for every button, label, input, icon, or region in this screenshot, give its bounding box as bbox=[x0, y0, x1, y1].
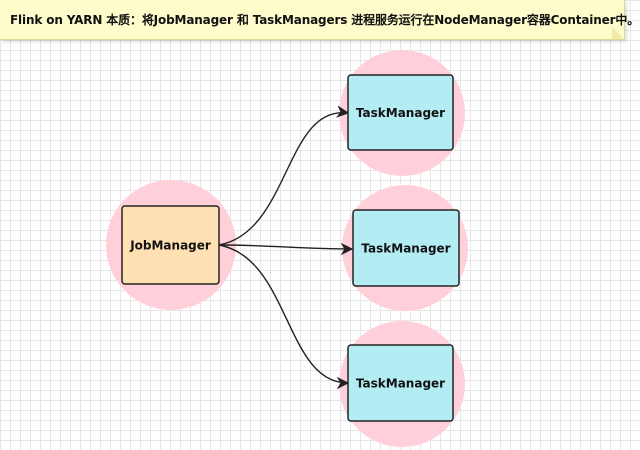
taskmanager-2-label: TaskManager bbox=[361, 242, 450, 256]
taskmanager-2-node[interactable]: TaskManager bbox=[352, 209, 460, 287]
taskmanager-3-label: TaskManager bbox=[356, 377, 445, 391]
connector-to-taskmanager-3 bbox=[218, 244, 350, 390]
jobmanager-label: JobManager bbox=[129, 239, 211, 253]
taskmanager-1-label: TaskManager bbox=[356, 106, 445, 120]
taskmanager-3-node[interactable]: TaskManager bbox=[347, 344, 454, 422]
connector-to-taskmanager-2 bbox=[218, 242, 354, 256]
jobmanager-node[interactable]: JobManager bbox=[121, 205, 220, 285]
connector-to-taskmanager-1 bbox=[218, 105, 350, 246]
taskmanager-1-node[interactable]: TaskManager bbox=[347, 74, 454, 151]
diagram-canvas: JobManager TaskManager TaskManager TaskM… bbox=[106, 50, 468, 447]
